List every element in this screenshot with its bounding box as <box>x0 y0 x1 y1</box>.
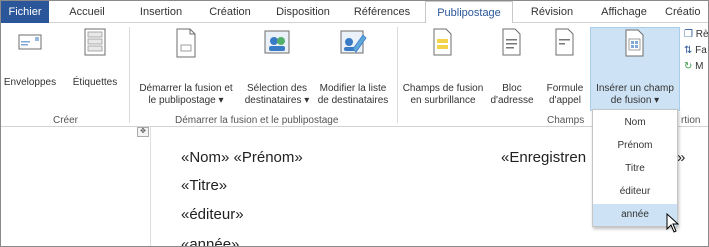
envelopes-label: Enveloppes <box>3 77 57 88</box>
address-block-label-2: d'adresse <box>490 95 534 106</box>
tab-disposition[interactable]: Disposition <box>267 1 339 23</box>
tab-revision[interactable]: Révision <box>521 1 583 23</box>
start-merge-label-1: Démarrer la fusion et <box>139 83 233 94</box>
tab-accueil[interactable]: Accueil <box>57 1 117 23</box>
highlight-merge-fields-button[interactable]: Champs de fusion en surbrillance <box>401 27 485 111</box>
tab-insertion[interactable]: Insertion <box>129 1 193 23</box>
edit-list-label-1: Modifier la liste <box>319 83 387 94</box>
greeting-line-button[interactable]: Formule d'appel <box>541 27 589 111</box>
labels-button[interactable]: Étiquettes <box>67 27 123 91</box>
insert-field-label-1: Insérer un champ <box>596 83 674 94</box>
dropdown-item-editeur[interactable]: éditeur <box>593 181 677 203</box>
tab-affichage[interactable]: Affichage <box>591 1 657 23</box>
update-labels-button[interactable]: ↻ M <box>684 61 704 73</box>
envelopes-button[interactable]: Enveloppes <box>3 27 57 91</box>
insert-merge-field-button[interactable]: Insérer un champ de fusion ▾ <box>590 27 680 111</box>
highlight-label-2: en surbrillance <box>410 95 476 106</box>
tab-fichier[interactable]: Fichier <box>1 1 49 23</box>
tab-references[interactable]: Références <box>345 1 419 23</box>
edit-list-icon <box>340 30 367 54</box>
mouse-cursor-icon <box>666 213 679 233</box>
group-separator <box>129 27 130 123</box>
document-icon <box>176 28 196 58</box>
highlight-label-1: Champs de fusion <box>402 83 484 94</box>
tab-creation-2[interactable]: Créatio <box>665 1 708 23</box>
select-recipients-label-1: Sélection des <box>246 83 308 94</box>
merge-field-publisher: «éditeur» <box>181 206 244 223</box>
group-label-fields: Champs <box>547 115 585 126</box>
merge-field-dropdown: Nom Prénom Titre éditeur année <box>592 109 678 227</box>
merge-field-icon <box>625 29 644 57</box>
dropdown-item-titre[interactable]: Titre <box>593 158 677 180</box>
insert-field-label-2: de fusion ▾ <box>610 95 660 106</box>
table-move-handle[interactable]: ✥ <box>137 127 149 137</box>
match-fields-icon: ⇅ <box>684 45 693 56</box>
group-separator <box>397 27 398 123</box>
tab-publipostage[interactable]: Publipostage <box>425 1 513 24</box>
greeting-line-icon <box>555 28 574 56</box>
labels-icon <box>84 28 106 56</box>
highlight-fields-icon <box>433 28 452 56</box>
address-block-icon <box>502 28 521 56</box>
greeting-label-2: d'appel <box>549 95 581 106</box>
tab-creation[interactable]: Création <box>201 1 259 23</box>
address-block-button[interactable]: Bloc d'adresse <box>489 27 535 111</box>
rules-icon: ❐ <box>684 29 693 40</box>
merge-field-line-name: «Nom» «Prénom» <box>181 149 303 166</box>
select-recipients-button[interactable]: Sélection des destinataires ▾ <box>241 27 313 111</box>
rules-button[interactable]: ❐ Rè <box>684 29 709 41</box>
document-margin <box>1 127 151 246</box>
update-labels-icon: ↻ <box>684 61 693 72</box>
envelope-icon <box>18 34 42 50</box>
update-labels-label: M <box>695 61 704 72</box>
merge-field-record-end: » <box>677 149 686 166</box>
edit-list-label-2: de destinataires <box>317 95 389 106</box>
group-label-create: Créer <box>53 115 79 126</box>
match-fields-button[interactable]: ⇅ Fa <box>684 45 707 57</box>
select-recipients-label-2: destinataires ▾ <box>244 95 310 106</box>
start-merge-label-2: le publipostage ▾ <box>148 95 224 106</box>
greeting-label-1: Formule <box>546 83 584 94</box>
ribbon-tab-bar: Fichier Accueil Insertion Création Dispo… <box>1 1 708 24</box>
word-window: Fichier Accueil Insertion Création Dispo… <box>0 0 709 247</box>
rules-label: Rè <box>695 29 709 40</box>
start-mail-merge-button[interactable]: Démarrer la fusion et le publipostage ▾ <box>133 27 239 111</box>
dropdown-item-nom[interactable]: Nom <box>593 112 677 134</box>
address-block-label-1: Bloc <box>502 83 522 94</box>
group-label-fields-tail: rtion <box>681 115 701 126</box>
dropdown-item-prenom[interactable]: Prénom <box>593 135 677 157</box>
match-fields-label: Fa <box>695 45 707 56</box>
merge-field-title: «Titre» <box>181 177 228 194</box>
merge-field-record: «Enregistren <box>501 149 587 166</box>
edit-recipient-list-button[interactable]: Modifier la liste de destinataires <box>313 27 393 111</box>
merge-field-year: «année» <box>181 236 240 247</box>
labels-label: Étiquettes <box>72 77 118 88</box>
recipients-icon <box>264 30 290 54</box>
group-label-start: Démarrer la fusion et le publipostage <box>175 115 339 126</box>
